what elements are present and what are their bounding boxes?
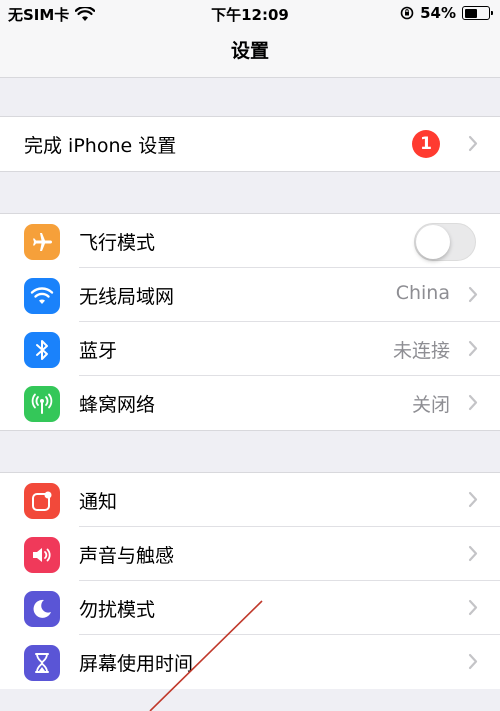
chevron-right-icon [468,394,478,411]
speaker-icon [24,537,60,573]
wifi-row[interactable]: 无线局域网 China [0,268,500,322]
orientation-lock-icon [400,6,414,20]
cellular-value: 关闭 [411,394,450,416]
bluetooth-value: 未连接 [392,340,450,362]
chevron-right-icon [468,599,478,616]
airplane-mode-label: 飞行模式 [79,232,156,254]
bluetooth-row[interactable]: 蓝牙 未连接 [0,322,500,376]
moon-icon [24,591,60,627]
wifi-icon [24,278,60,314]
notifications-icon [24,483,60,519]
bluetooth-label: 蓝牙 [79,340,118,362]
chevron-right-icon [468,135,478,152]
battery-percent: 54% [420,4,456,22]
finish-setup-row[interactable]: 完成 iPhone 设置 1 [0,117,500,171]
airplane-mode-toggle[interactable] [414,223,476,261]
page-title: 设置 [230,40,269,62]
status-bar: 无SIM卡 下午12:09 54% [0,0,500,28]
finish-setup-label: 完成 iPhone 设置 [24,135,177,157]
chevron-right-icon [468,286,478,303]
wifi-label: 无线局域网 [79,286,175,308]
general-group: 通知 声音与触感 勿扰模式 屏幕使用时间 [0,472,500,689]
bluetooth-icon [24,332,60,368]
notification-badge: 1 [412,130,440,158]
chevron-right-icon [468,491,478,508]
battery-fill [464,8,477,18]
screen-time-row[interactable]: 屏幕使用时间 [0,635,500,689]
sounds-label: 声音与触感 [79,545,175,567]
cellular-antenna-icon [24,386,60,422]
connectivity-group: 飞行模式 无线局域网 China 蓝牙 未连接 蜂窝网络 关闭 [0,213,500,431]
cellular-row[interactable]: 蜂窝网络 关闭 [0,376,500,430]
notifications-label: 通知 [79,491,118,513]
wifi-value: China [395,282,450,304]
airplane-mode-row: 飞行模式 [0,214,500,268]
do-not-disturb-label: 勿扰模式 [79,599,156,621]
do-not-disturb-row[interactable]: 勿扰模式 [0,581,500,635]
chevron-right-icon [468,340,478,357]
setup-group: 完成 iPhone 设置 1 [0,116,500,172]
hourglass-icon [24,645,60,681]
chevron-right-icon [468,653,478,670]
toggle-knob [416,225,450,259]
sounds-row[interactable]: 声音与触感 [0,527,500,581]
notifications-row[interactable]: 通知 [0,473,500,527]
chevron-right-icon [468,545,478,562]
screen-time-label: 屏幕使用时间 [79,653,194,675]
battery-icon [462,6,493,20]
nav-bar: 设置 [0,28,500,78]
airplane-icon [24,224,60,260]
status-right: 54% [400,4,493,22]
cellular-label: 蜂窝网络 [79,394,156,416]
